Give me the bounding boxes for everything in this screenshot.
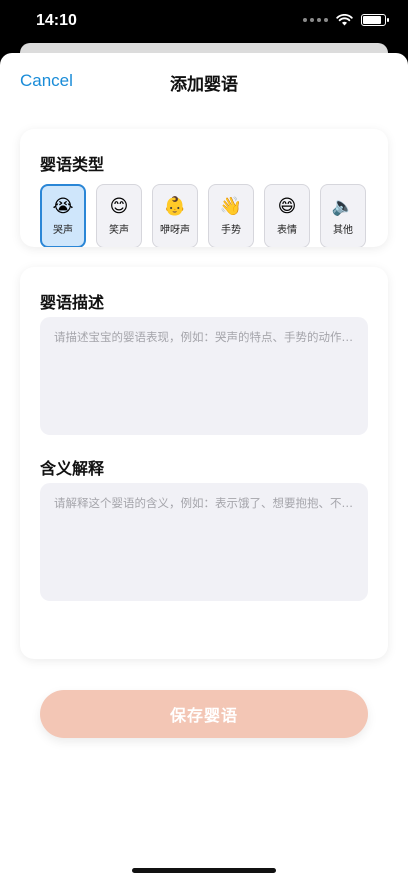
type-section-title: 婴语类型	[40, 155, 105, 174]
status-bar: 14:10	[0, 0, 408, 44]
wifi-icon	[336, 14, 353, 26]
type-option-other[interactable]: 🔈 其他	[320, 184, 366, 247]
type-option-label: 笑声	[109, 224, 129, 236]
type-card: 婴语类型 😭 哭声 😊 笑声 👶 咿呀声 👋 手势 😄 表情 🔈 其他	[20, 129, 388, 247]
status-time: 14:10	[36, 12, 77, 29]
smiling-face-icon: 😊	[109, 195, 129, 217]
add-baby-language-sheet: Cancel 添加婴语 婴语类型 😭 哭声 😊 笑声 👶 咿呀声 👋 手势 😄 …	[0, 53, 408, 883]
speaker-icon: 🔈	[331, 195, 355, 217]
status-icons	[303, 14, 389, 26]
type-option-babble[interactable]: 👶 咿呀声	[152, 184, 198, 247]
save-button[interactable]: 保存婴语	[40, 690, 368, 738]
type-option-cry[interactable]: 😭 哭声	[40, 184, 86, 247]
type-options: 😭 哭声 😊 笑声 👶 咿呀声 👋 手势 😄 表情 🔈 其他	[40, 184, 366, 247]
description-textarea[interactable]: 请描述宝宝的婴语表现，例如：哭声的特点、手势的动作等...	[40, 317, 368, 435]
save-button-label: 保存婴语	[169, 706, 238, 725]
grinning-face-icon: 😄	[277, 195, 297, 217]
description-placeholder: 请描述宝宝的婴语表现，例如：哭声的特点、手势的动作等...	[54, 330, 354, 344]
page-title: 添加婴语	[170, 75, 238, 95]
baby-icon: 👶	[163, 195, 187, 217]
type-option-label: 表情	[277, 224, 297, 236]
type-option-label: 其他	[333, 224, 353, 236]
description-section-title: 婴语描述	[40, 293, 105, 312]
type-option-expression[interactable]: 😄 表情	[264, 184, 310, 247]
waving-hand-icon: 👋	[219, 195, 243, 217]
type-option-label: 哭声	[53, 224, 73, 236]
home-indicator	[132, 868, 276, 873]
meaning-placeholder: 请解释这个婴语的含义，例如：表示饿了、想要抱抱、不舒服	[54, 496, 354, 510]
battery-icon	[361, 14, 389, 26]
type-option-label: 手势	[221, 224, 241, 236]
form-card: 婴语描述 请描述宝宝的婴语表现，例如：哭声的特点、手势的动作等... 含义解释 …	[20, 267, 388, 659]
cellular-signal-icon	[303, 18, 328, 22]
type-option-label: 咿呀声	[160, 224, 190, 236]
crying-face-icon: 😭	[52, 195, 74, 217]
meaning-section-title: 含义解释	[40, 459, 105, 478]
meaning-textarea[interactable]: 请解释这个婴语的含义，例如：表示饿了、想要抱抱、不舒服	[40, 483, 368, 601]
type-option-gesture[interactable]: 👋 手势	[208, 184, 254, 247]
navigation-bar: Cancel 添加婴语	[0, 53, 408, 109]
type-option-laugh[interactable]: 😊 笑声	[96, 184, 142, 247]
